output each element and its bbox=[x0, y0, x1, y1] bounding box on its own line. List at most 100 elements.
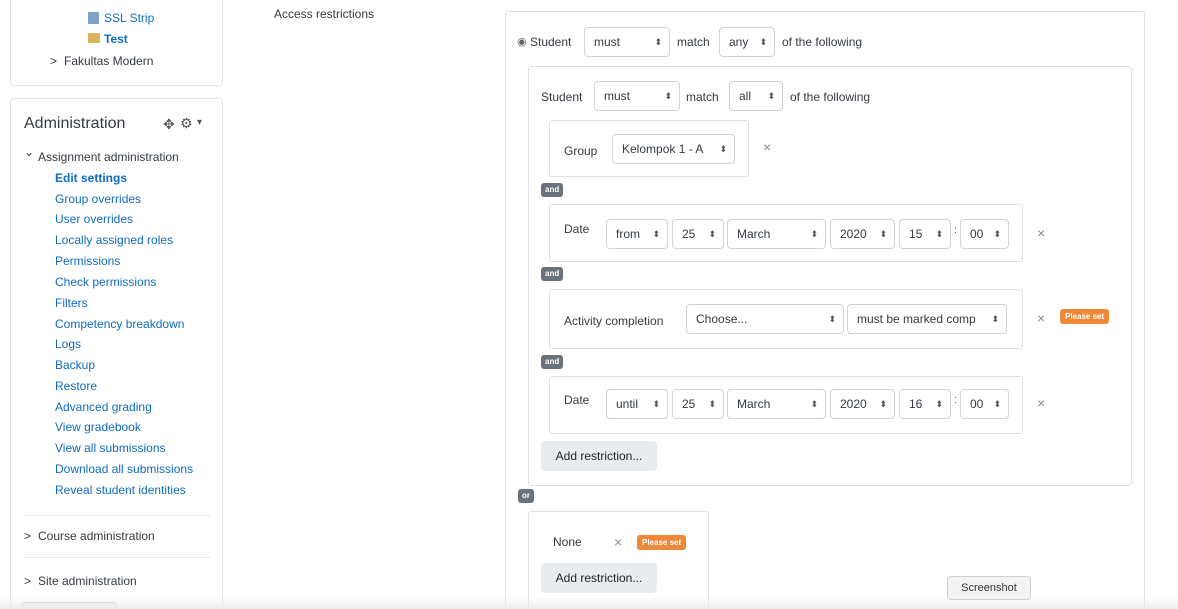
or-operator-badge: or bbox=[518, 489, 534, 503]
assignment-administration-node[interactable]: Assignment administration bbox=[38, 150, 179, 164]
admin-link-permissions[interactable]: Permissions bbox=[55, 254, 120, 268]
root-following-label: of the following bbox=[782, 35, 863, 49]
nav-item-fakultas-modern[interactable]: Fakultas Modern bbox=[64, 54, 153, 68]
date-until-minute-select[interactable]: 00 ⬍ bbox=[960, 389, 1009, 419]
divider bbox=[24, 557, 210, 558]
add-restriction-button[interactable]: Add restriction... bbox=[541, 441, 657, 471]
date-from-year-select[interactable]: 2020 ⬍ bbox=[830, 219, 895, 249]
date-until-day-value: 25 bbox=[682, 397, 696, 411]
select-arrow-icon: ⬍ bbox=[719, 144, 727, 154]
select-arrow-icon: ⬍ bbox=[935, 399, 943, 409]
root-any-select[interactable]: any ⬍ bbox=[719, 27, 775, 57]
date-until-year-value: 2020 bbox=[840, 397, 867, 411]
chevron-right-icon[interactable]: > bbox=[24, 574, 31, 588]
activity-completion-label: Activity completion bbox=[564, 314, 664, 328]
select-arrow-icon: ⬍ bbox=[991, 314, 999, 324]
chevron-right-icon[interactable]: > bbox=[24, 529, 31, 543]
admin-link-group-overrides[interactable]: Group overrides bbox=[55, 192, 141, 206]
administration-title: Administration bbox=[24, 115, 126, 132]
close-icon[interactable]: × bbox=[1037, 226, 1045, 240]
chevron-down-icon[interactable]: ⌄ bbox=[24, 145, 34, 159]
please-set-badge: Please set bbox=[1060, 309, 1110, 324]
date-from-direction-value: from bbox=[616, 227, 640, 241]
admin-link-advanced-grading[interactable]: Advanced grading bbox=[55, 400, 152, 414]
date-from-direction-select[interactable]: from ⬍ bbox=[606, 219, 668, 249]
select-arrow-icon: ⬍ bbox=[879, 229, 887, 239]
select-arrow-icon: ⬍ bbox=[993, 229, 1001, 239]
date-until-hour-select[interactable]: 16 ⬍ bbox=[899, 389, 951, 419]
admin-link-competency-breakdown[interactable]: Competency breakdown bbox=[55, 317, 184, 331]
date-from-hour-select[interactable]: 15 ⬍ bbox=[899, 219, 951, 249]
activity-choose-select[interactable]: Choose... ⬍ bbox=[686, 304, 844, 334]
close-icon[interactable]: × bbox=[763, 140, 771, 154]
group-label: Group bbox=[564, 144, 598, 158]
close-icon[interactable]: × bbox=[1037, 311, 1045, 325]
date-until-year-select[interactable]: 2020 ⬍ bbox=[830, 389, 895, 419]
course-administration-node[interactable]: Course administration bbox=[38, 529, 155, 543]
nested-all-select[interactable]: all ⬍ bbox=[729, 81, 783, 111]
admin-link-check-permissions[interactable]: Check permissions bbox=[55, 275, 156, 289]
select-arrow-icon: ⬍ bbox=[810, 229, 818, 239]
group-value: Kelompok 1 - A bbox=[622, 142, 704, 156]
gear-icon[interactable]: ⚙ bbox=[180, 115, 193, 132]
nested-must-select[interactable]: must ⬍ bbox=[594, 81, 680, 111]
time-separator: : bbox=[954, 394, 958, 406]
admin-link-backup[interactable]: Backup bbox=[55, 358, 95, 372]
admin-link-logs[interactable]: Logs bbox=[55, 337, 81, 351]
activity-status-select[interactable]: must be marked comp ⬍ bbox=[847, 304, 1007, 334]
site-administration-node[interactable]: Site administration bbox=[38, 574, 137, 588]
nav-item-ssl-strip[interactable]: SSL Strip bbox=[104, 11, 154, 25]
date-until-direction-select[interactable]: until ⬍ bbox=[606, 389, 668, 419]
eye-icon[interactable]: ◉ bbox=[517, 35, 527, 48]
admin-link-view-gradebook[interactable]: View gradebook bbox=[55, 420, 141, 434]
screenshot-tooltip: Screenshot bbox=[947, 576, 1031, 600]
select-arrow-icon: ⬍ bbox=[708, 229, 716, 239]
admin-link-view-all-submissions[interactable]: View all submissions bbox=[55, 441, 166, 455]
admin-link-locally-assigned-roles[interactable]: Locally assigned roles bbox=[55, 233, 173, 247]
date-from-minute-value: 00 bbox=[970, 227, 984, 241]
chevron-right-icon[interactable]: > bbox=[50, 54, 57, 68]
date-from-year-value: 2020 bbox=[840, 227, 867, 241]
select-arrow-icon: ⬍ bbox=[879, 399, 887, 409]
nested-following-label: of the following bbox=[790, 90, 871, 104]
nav-item-test[interactable]: Test bbox=[104, 32, 128, 46]
add-restriction-button[interactable]: Add restriction... bbox=[541, 563, 657, 593]
second-restriction-box bbox=[528, 511, 709, 609]
admin-link-reveal-student-identities[interactable]: Reveal student identities bbox=[55, 483, 186, 497]
root-match-label: match bbox=[677, 35, 710, 49]
nested-match-label: match bbox=[686, 90, 719, 104]
nested-student-label: Student bbox=[541, 90, 583, 104]
none-label: None bbox=[553, 535, 582, 549]
select-arrow-icon: ⬍ bbox=[935, 229, 943, 239]
select-arrow-icon: ⬍ bbox=[810, 399, 818, 409]
admin-link-filters[interactable]: Filters bbox=[55, 296, 88, 310]
activity-choose-value: Choose... bbox=[696, 312, 748, 326]
file-icon bbox=[88, 12, 99, 24]
admin-link-download-all-submissions[interactable]: Download all submissions bbox=[55, 462, 193, 476]
close-icon[interactable]: × bbox=[614, 535, 622, 549]
date-from-day-value: 25 bbox=[682, 227, 696, 241]
root-must-select[interactable]: must ⬍ bbox=[584, 27, 670, 57]
date-until-month-value: March bbox=[737, 397, 771, 411]
nested-all-value: all bbox=[739, 89, 752, 103]
and-operator-badge: and bbox=[541, 183, 564, 197]
admin-link-edit-settings[interactable]: Edit settings bbox=[55, 171, 127, 185]
date-from-day-select[interactable]: 25 ⬍ bbox=[672, 219, 724, 249]
select-arrow-icon: ⬍ bbox=[652, 399, 660, 409]
date-until-month-select[interactable]: March ⬍ bbox=[727, 389, 826, 419]
please-set-badge: Please set bbox=[637, 535, 687, 550]
select-arrow-icon: ⬍ bbox=[708, 399, 716, 409]
date-from-label: Date bbox=[564, 222, 590, 236]
close-icon[interactable]: × bbox=[1037, 396, 1045, 410]
admin-link-restore[interactable]: Restore bbox=[55, 379, 97, 393]
move-icon[interactable]: ✥ bbox=[163, 116, 175, 133]
date-until-day-select[interactable]: 25 ⬍ bbox=[672, 389, 724, 419]
admin-link-user-overrides[interactable]: User overrides bbox=[55, 212, 133, 226]
root-must-value: must bbox=[594, 35, 621, 49]
date-from-month-select[interactable]: March ⬍ bbox=[727, 219, 826, 249]
date-from-minute-select[interactable]: 00 ⬍ bbox=[960, 219, 1009, 249]
group-select[interactable]: Kelompok 1 - A ⬍ bbox=[612, 134, 735, 164]
select-arrow-icon: ⬍ bbox=[828, 314, 836, 324]
caret-down-icon[interactable]: ▾ bbox=[197, 117, 202, 128]
and-operator-badge: and bbox=[541, 355, 564, 369]
